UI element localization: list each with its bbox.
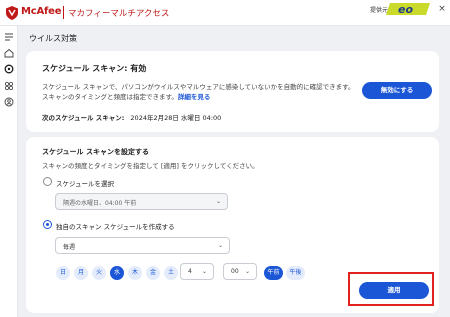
hour-value: 4 xyxy=(188,268,192,275)
settings-description: スキャンの頻度とタイミングを指定して [適用] をクリックしてください。 xyxy=(42,162,259,170)
svg-text:eo: eo xyxy=(398,3,413,16)
schedule-preset-select[interactable]: 隔週の水曜日、04:00 午前 ⌄ xyxy=(55,193,228,210)
day-wednesday[interactable]: 水 xyxy=(110,266,124,280)
close-window-button[interactable]: × xyxy=(436,3,448,15)
scheduled-scan-description: スケジュール スキャンで、パソコンがウイルスやマルウェアに感染していないかを自動… xyxy=(42,82,360,102)
sidebar xyxy=(0,26,18,317)
eo-logo: eo xyxy=(386,3,430,16)
pm-toggle[interactable]: 午後 xyxy=(286,266,305,280)
chevron-down-icon: ⌄ xyxy=(201,268,207,275)
schedule-settings-card: スケジュール スキャンを設定する スキャンの頻度とタイミングを指定して [適用]… xyxy=(26,137,439,313)
apply-button[interactable]: 適用 xyxy=(359,282,429,299)
day-saturday[interactable]: 土 xyxy=(164,266,178,280)
home-icon[interactable] xyxy=(4,48,14,58)
day-friday[interactable]: 金 xyxy=(146,266,160,280)
next-scan-label: 次のスケジュール スキャン: xyxy=(42,114,125,122)
am-toggle[interactable]: 午前 xyxy=(264,266,283,280)
day-monday[interactable]: 月 xyxy=(74,266,88,280)
title-bar: McAfee マカフィーマルチアクセス 提供元 eo × xyxy=(0,0,450,26)
chevron-down-icon: ⌄ xyxy=(244,268,250,275)
apps-icon[interactable] xyxy=(4,81,14,91)
day-thursday[interactable]: 木 xyxy=(128,266,142,280)
custom-schedule-radio[interactable] xyxy=(43,220,52,229)
minute-value: 00 xyxy=(231,268,239,275)
next-scan-row: 次のスケジュール スキャン: 2024年2月28日 水曜日 04:00 xyxy=(42,112,221,122)
settings-heading: スケジュール スキャンを設定する xyxy=(42,148,149,156)
schedule-preset-radio[interactable] xyxy=(43,177,52,186)
day-tuesday[interactable]: 火 xyxy=(92,266,106,280)
scheduled-scan-heading: スケジュール スキャン: 有効 xyxy=(42,64,147,73)
disable-button[interactable]: 無効にする xyxy=(362,82,432,99)
brand-name: McAfee xyxy=(21,6,62,17)
chevron-down-icon: ⌄ xyxy=(217,242,223,249)
scheduled-scan-status-card: スケジュール スキャン: 有効 スケジュール スキャンで、パソコンがウイルスやマ… xyxy=(26,51,439,132)
menu-icon[interactable] xyxy=(4,32,14,42)
minute-select[interactable]: 00 ⌄ xyxy=(223,263,257,280)
schedule-preset-label: スケジュールを選択 xyxy=(56,180,115,188)
product-name: マカフィーマルチアクセス xyxy=(68,9,170,19)
frequency-value: 毎週 xyxy=(63,244,76,251)
frequency-select[interactable]: 毎週 ⌄ xyxy=(55,237,230,254)
mcafee-shield-icon xyxy=(6,6,18,20)
day-sunday[interactable]: 日 xyxy=(56,266,70,280)
schedule-preset-value: 隔週の水曜日、04:00 午前 xyxy=(63,200,137,207)
next-scan-value: 2024年2月28日 水曜日 04:00 xyxy=(130,114,222,122)
protection-icon[interactable] xyxy=(4,64,14,74)
privacy-icon[interactable] xyxy=(4,97,14,107)
main-content: ウイルス対策 スケジュール スキャン: 有効 スケジュール スキャンで、パソコン… xyxy=(18,26,450,317)
hour-select[interactable]: 4 ⌄ xyxy=(180,263,214,280)
brand-divider xyxy=(63,6,64,19)
custom-schedule-label: 独自のスキャン スケジュールを作成する xyxy=(56,223,175,231)
chevron-down-icon: ⌄ xyxy=(215,198,221,205)
page-title: ウイルス対策 xyxy=(29,34,77,43)
details-link[interactable]: 詳細を見る xyxy=(178,93,211,101)
